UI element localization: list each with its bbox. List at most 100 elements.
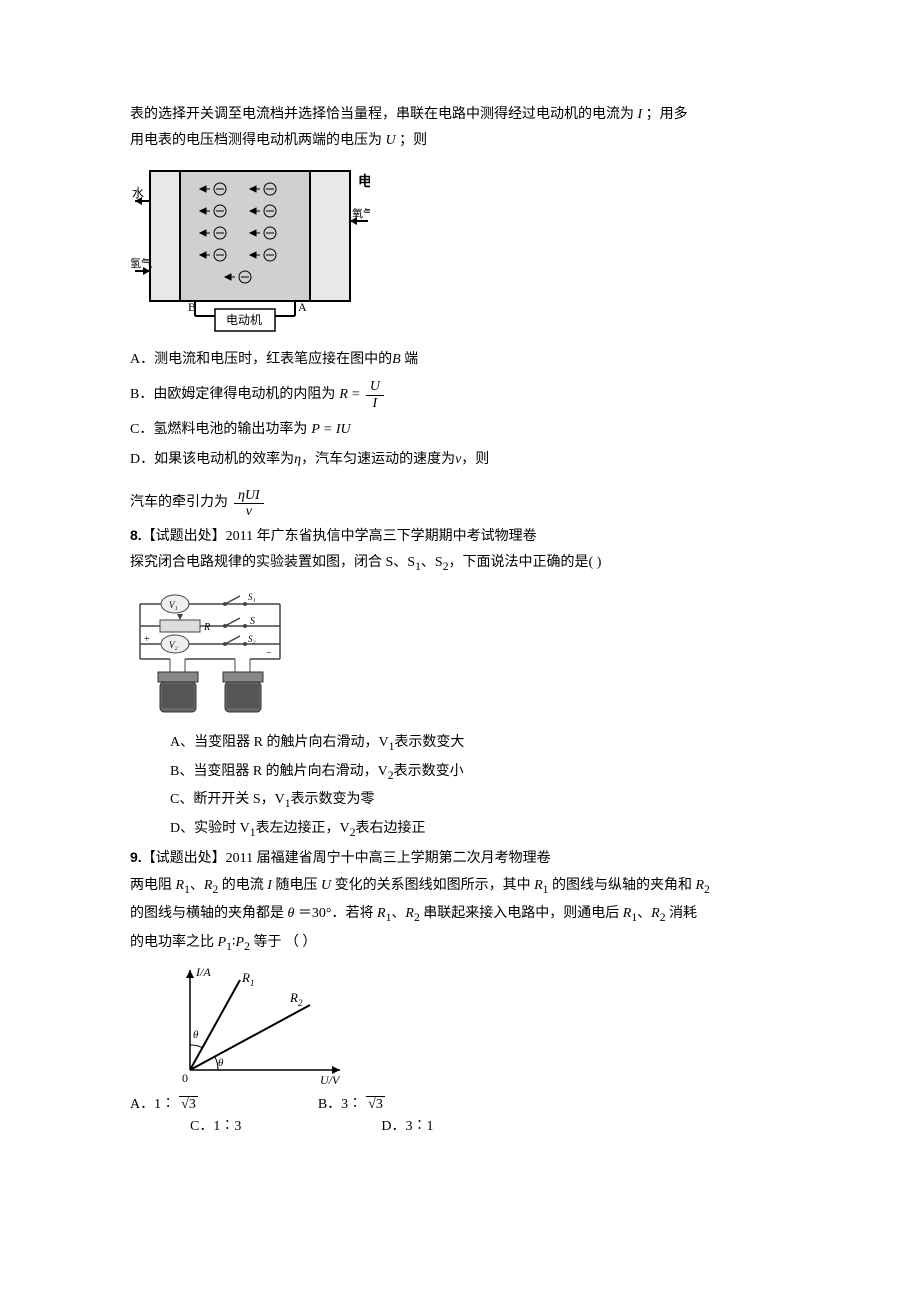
var-r: R bbox=[405, 906, 414, 921]
r1-label: R bbox=[241, 970, 250, 985]
var-I: I bbox=[267, 878, 272, 893]
var-r: R bbox=[534, 878, 543, 893]
origin-label: 0 bbox=[182, 1071, 188, 1085]
radicand: 3 bbox=[376, 1097, 383, 1112]
svg-text:−: − bbox=[266, 648, 272, 659]
var-U: U bbox=[321, 878, 331, 893]
q9-number: 9. bbox=[130, 849, 142, 865]
text: ；用多 bbox=[646, 107, 688, 122]
text: 表的选择开关调至电流档并选择恰当量程，串联在电路中测得经过电动机的电流为 bbox=[130, 107, 634, 122]
q7-option-d: D．如果该电动机的效率为 η ，汽车匀速运动的速度为 v ，则 bbox=[130, 449, 790, 471]
q9-option-d: D．3∶1 bbox=[381, 1116, 433, 1138]
q9-source: 9.【试题出处】2011 届福建省周宁十中高三上学期第二次月考物理卷 bbox=[130, 846, 790, 870]
text: D．如果该电动机的效率为 bbox=[130, 449, 294, 471]
terminal-a: A bbox=[298, 300, 307, 314]
text: 的图线与纵轴的夹角和 bbox=[552, 878, 692, 893]
sub: 2 bbox=[660, 911, 666, 924]
var-p: P bbox=[236, 935, 245, 950]
var-theta: θ bbox=[288, 906, 295, 921]
sub: 2 bbox=[704, 882, 710, 895]
q8-option-c: C、断开开关 S，V1表示数变为零 bbox=[170, 789, 790, 813]
var-eta: η bbox=[294, 449, 301, 471]
text: 用电表的电压档测得电动机两端的电压为 bbox=[130, 133, 382, 148]
q9-iv-graph: I/A U/V 0 R1 R2 θ θ bbox=[160, 960, 360, 1090]
q9-stem-line2: 的图线与横轴的夹角都是 θ ＝30°．若将 R1、R2 串联起来接入电路中，则通… bbox=[130, 903, 790, 927]
svg-text:S₂: S₂ bbox=[248, 634, 256, 644]
motor-label: 电动机 bbox=[226, 313, 262, 327]
q7-intro-line1: 表的选择开关调至电流档并选择恰当量程，串联在电路中测得经过电动机的电流为 I ；… bbox=[130, 104, 790, 126]
text: 【试题出处】2011 届福建省周宁十中高三上学期第二次月考物理卷 bbox=[142, 851, 551, 866]
text: 的电流 bbox=[222, 878, 264, 893]
q9-options-row1: A．1∶ √3 B．3∶ √3 bbox=[130, 1094, 790, 1116]
r2-sub: 2 bbox=[298, 998, 303, 1008]
text: B、当变阻器 R 的触片向右滑动，V bbox=[170, 764, 388, 779]
var-r: R bbox=[377, 906, 386, 921]
numerator: U bbox=[366, 379, 384, 395]
text: D、实验时 V bbox=[170, 821, 250, 836]
q7-option-a: A．测电流和电压时，红表笔应接在图中的 B 端 bbox=[130, 349, 790, 371]
text: ，则 bbox=[461, 449, 489, 471]
terminal-b: B bbox=[188, 300, 196, 314]
q7-traction-line: 汽车的牵引力为 ηUI v bbox=[130, 488, 790, 520]
text: 表示数变小 bbox=[394, 764, 464, 779]
q8-option-d: D、实验时 V1表左边接正，V2表右边接正 bbox=[170, 818, 790, 842]
text: 消耗 bbox=[669, 906, 697, 921]
q9-option-b: B．3∶ √3 bbox=[318, 1094, 385, 1116]
text: 表右边接正 bbox=[356, 821, 426, 836]
text: 、 bbox=[190, 878, 204, 893]
q8-source: 8.【试题出处】2011 年广东省执信中学高三下学期期中考试物理卷 bbox=[130, 524, 790, 548]
text: 【试题出处】2011 年广东省执信中学高三下学期期中考试物理卷 bbox=[142, 529, 537, 544]
q9-options-row2: C．1∶3 D．3∶1 bbox=[190, 1116, 790, 1138]
svg-text:R1: R1 bbox=[241, 970, 254, 988]
text: 、S bbox=[421, 555, 443, 570]
equals: = bbox=[352, 384, 360, 406]
hydrogen-label: 氢气 bbox=[130, 256, 152, 270]
text: 表示数变为零 bbox=[291, 792, 375, 807]
text: A、当变阻器 R 的触片向右滑动，V bbox=[170, 735, 389, 750]
svg-text:+: + bbox=[144, 634, 150, 645]
denominator: v bbox=[234, 504, 264, 519]
text: 探究闭合电路规律的实验装置如图，闭合 S、S bbox=[130, 555, 415, 570]
fraction-u-over-i: U I bbox=[366, 379, 384, 411]
fuel-cell-diagram: 电池 水 氧气 氢气 电动机 B A bbox=[130, 161, 370, 341]
text: 表左边接正，V bbox=[256, 821, 350, 836]
theta-label: θ bbox=[218, 1057, 224, 1069]
text: C．氢燃料电池的输出功率为 bbox=[130, 419, 307, 441]
var-r: R bbox=[695, 878, 704, 893]
q7-option-b: B．由欧姆定律得电动机的内阻为 R = U I bbox=[130, 379, 790, 411]
text: 、 bbox=[637, 906, 651, 921]
text: C、断开开关 S，V bbox=[170, 792, 285, 807]
svg-text:V₁: V₁ bbox=[169, 600, 178, 610]
q7-intro-line2: 用电表的电压档测得电动机两端的电压为 U ；则 bbox=[130, 130, 790, 152]
var-R: R bbox=[339, 384, 348, 406]
r2-label: R bbox=[289, 990, 298, 1005]
text: 的电功率之比 bbox=[130, 935, 214, 950]
y-label: I/A bbox=[195, 965, 211, 979]
svg-text:R: R bbox=[203, 622, 210, 633]
numerator: ηUI bbox=[234, 488, 264, 504]
text: ，汽车匀速运动的速度为 bbox=[301, 449, 455, 471]
water-label: 水 bbox=[132, 186, 144, 200]
text: 的图线与横轴的夹角都是 bbox=[130, 906, 284, 921]
q8-circuit-diagram: V₁ S₁ R S V₂ S₂ + − bbox=[130, 584, 290, 724]
sqrt-3: √3 bbox=[179, 1094, 198, 1116]
var-I: I bbox=[638, 107, 643, 122]
r1-sub: 1 bbox=[250, 978, 255, 988]
theta-label: θ bbox=[193, 1029, 199, 1041]
text: ，下面说法中正确的是( ) bbox=[449, 555, 602, 570]
text: 随电压 bbox=[275, 878, 317, 893]
battery-label: 电池 bbox=[358, 173, 370, 190]
text: 、 bbox=[391, 906, 405, 921]
svg-text:S₁: S₁ bbox=[248, 592, 256, 602]
x-label: U/V bbox=[320, 1073, 341, 1087]
text: ＝30°．若将 bbox=[298, 906, 374, 921]
sqrt-3: √3 bbox=[366, 1094, 385, 1116]
q9-stem-line1: 两电阻 R1、R2 的电流 I 随电压 U 变化的关系图线如图所示，其中 R1 … bbox=[130, 875, 790, 899]
text: 两电阻 bbox=[130, 878, 172, 893]
text: B．由欧姆定律得电动机的内阻为 bbox=[130, 384, 335, 406]
q8-stem: 探究闭合电路规律的实验装置如图，闭合 S、S1、S2，下面说法中正确的是( ) bbox=[130, 552, 790, 576]
equals: = bbox=[324, 419, 332, 441]
q9-stem-line3: 的电功率之比 P1∶P2 等于 （ ） bbox=[130, 932, 790, 956]
q8-option-a: A、当变阻器 R 的触片向右滑动，V1表示数变大 bbox=[170, 732, 790, 756]
var-r: R bbox=[651, 906, 660, 921]
